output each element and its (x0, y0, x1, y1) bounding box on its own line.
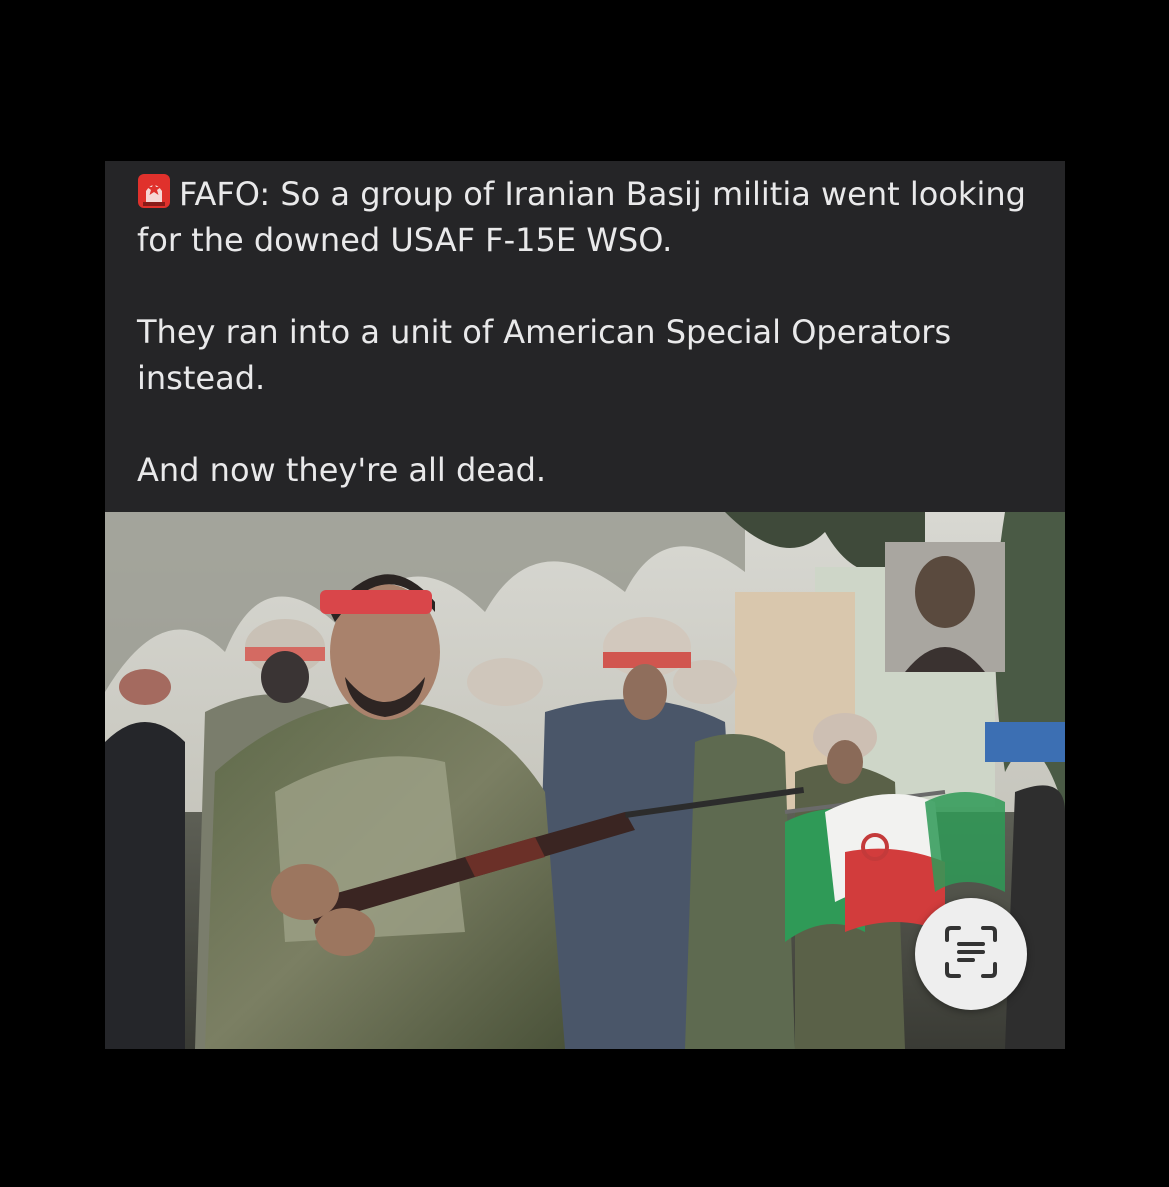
post-paragraph-2: They ran into a unit of American Special… (137, 313, 952, 397)
post-card: FAFO: So a group of Iranian Basij militi… (105, 161, 1065, 1049)
rotating-light-icon (137, 173, 171, 209)
post-paragraph-1-text: FAFO: So a group of Iranian Basij militi… (137, 175, 1026, 259)
live-text-scan-icon (941, 922, 1001, 986)
post-paragraph-1: FAFO: So a group of Iranian Basij militi… (137, 171, 1037, 263)
post-text: FAFO: So a group of Iranian Basij militi… (137, 171, 1037, 493)
post-paragraph-3: And now they're all dead. (137, 451, 547, 489)
live-text-button[interactable] (915, 898, 1027, 1010)
